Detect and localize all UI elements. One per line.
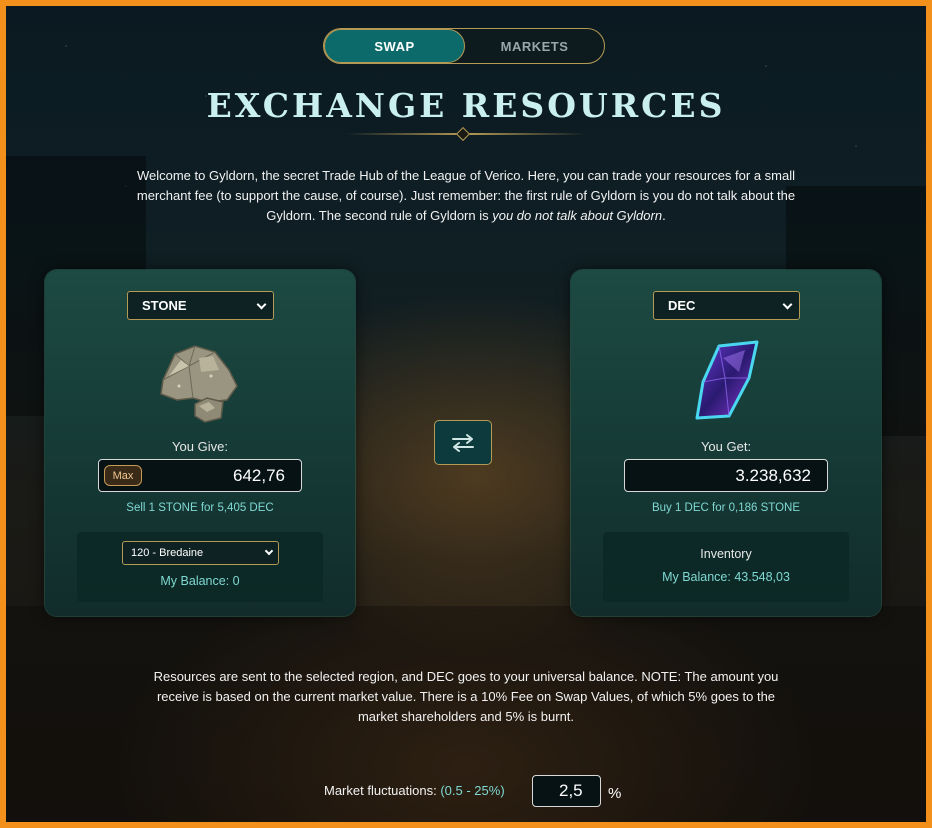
give-balance-text: My Balance: 0 [160, 574, 240, 588]
get-panel: DEC You Get: 3.238,632 Buy 1 DEC for 0,1… [571, 270, 881, 616]
page-title: EXCHANGE RESOURCES [206, 86, 726, 125]
market-fluctuation-input[interactable]: 2,5 [532, 775, 601, 807]
swap-arrows-icon [452, 433, 474, 452]
get-balance-text: My Balance: 43.548,03 [662, 570, 790, 584]
inventory-title: Inventory [700, 547, 752, 561]
inventory-box: Inventory My Balance: 43.548,03 [603, 532, 849, 602]
buy-rate-text: Buy 1 DEC for 0,186 STONE [651, 502, 801, 514]
chevron-down-icon [782, 299, 793, 310]
region-box: 120 - Bredaine My Balance: 0 [77, 532, 323, 602]
intro-text: Welcome to Gyldorn, the secret Trade Hub… [136, 168, 796, 223]
give-panel: STONE You Give: Max 642,76 Sell 1 STONE … [45, 270, 355, 616]
get-amount-output[interactable]: 3.238,632 [624, 459, 828, 492]
percent-unit: % [608, 785, 622, 802]
get-amount-value: 3.238,632 [735, 465, 811, 485]
chevron-down-icon [264, 546, 274, 556]
you-give-label: You Give: [172, 439, 228, 454]
sell-rate-text: Sell 1 STONE for 5,405 DEC [126, 502, 274, 514]
tab-swap[interactable]: SWAP [324, 29, 465, 63]
swap-note-text: Resources are sent to the selected regio… [153, 669, 779, 724]
intro-emphasis: you do not talk about Gyldorn [492, 208, 663, 223]
give-amount-input[interactable]: Max 642,76 [98, 459, 302, 492]
stone-icon [160, 345, 238, 423]
give-resource-select[interactable]: STONE [127, 291, 274, 320]
give-amount-value: 642,76 [233, 465, 285, 485]
view-tabs: SWAP MARKETS [323, 28, 605, 64]
max-button[interactable]: Max [104, 465, 142, 486]
get-resource-select[interactable]: DEC [653, 291, 800, 320]
dec-crystal-icon [695, 340, 759, 420]
fluctuation-range: (0.5 - 25%) [440, 783, 505, 798]
market-fluctuation-label: Market fluctuations: (0.5 - 25%) [324, 783, 505, 798]
swap-direction-button[interactable] [434, 420, 492, 465]
app-frame: SWAP MARKETS EXCHANGE RESOURCES Welcome … [6, 6, 926, 822]
chevron-down-icon [256, 299, 267, 310]
tab-markets[interactable]: MARKETS [465, 29, 604, 63]
you-get-label: You Get: [700, 439, 752, 454]
region-select[interactable]: 120 - Bredaine [122, 541, 279, 565]
